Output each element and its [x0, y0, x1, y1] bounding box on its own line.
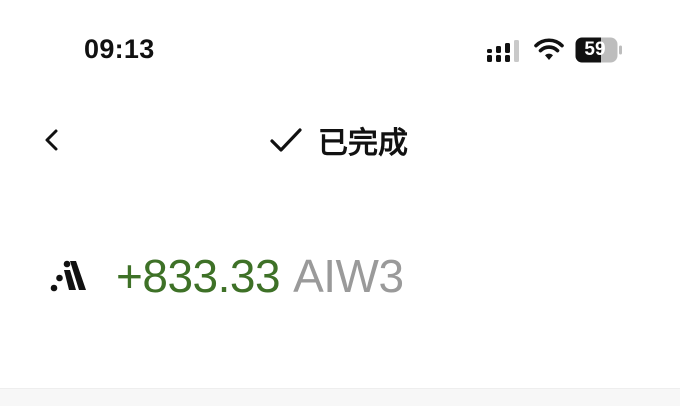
transaction-amount-row: +833.33 AIW3	[48, 246, 404, 306]
token-logo-icon	[50, 260, 86, 292]
status-bar: 09:13 59	[0, 0, 680, 100]
back-button[interactable]	[36, 122, 70, 158]
status-time: 09:13	[84, 34, 155, 64]
checkmark-icon	[270, 128, 302, 152]
nav-title: 已完成	[268, 118, 408, 162]
cellular-signal-icon	[487, 40, 519, 62]
battery-level: 59	[584, 39, 606, 60]
wifi-icon	[534, 38, 564, 60]
section-divider	[0, 388, 680, 406]
chevron-left-icon	[45, 129, 58, 151]
token-symbol: AIW3	[293, 250, 404, 302]
page-title: 已完成	[318, 126, 408, 161]
amount-value: +833.33	[116, 250, 281, 302]
nav-bar: 已完成	[0, 100, 680, 180]
